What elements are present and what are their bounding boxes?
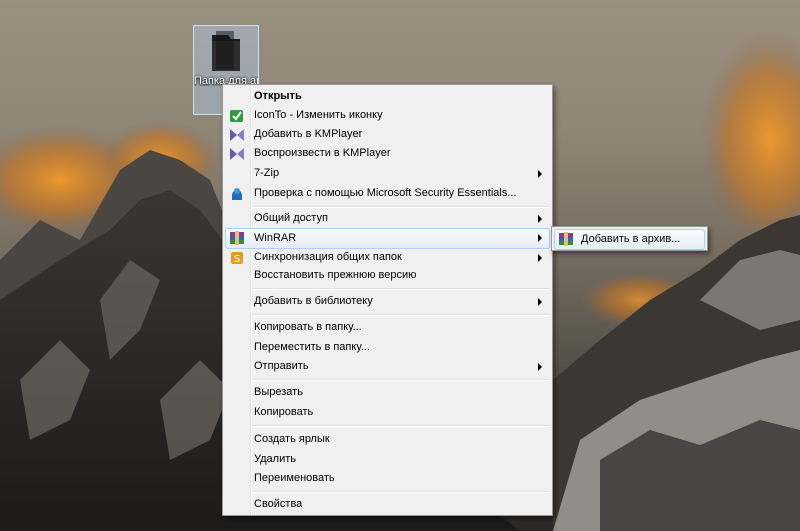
menu-item-create-shortcut[interactable]: Создать ярлык: [225, 430, 550, 449]
menu-item-label: Проверка с помощью Microsoft Security Es…: [254, 187, 517, 199]
menu-item-sync-shared-folders[interactable]: S Синхронизация общих папок: [225, 248, 550, 267]
submenu-arrow-icon: [538, 254, 542, 262]
menu-item-label: Восстановить прежнюю версию: [254, 269, 417, 281]
menu-item-cut[interactable]: Вырезать: [225, 383, 550, 402]
menu-item-rename[interactable]: Переименовать: [225, 469, 550, 488]
menu-item-winrar[interactable]: WinRAR: [225, 228, 550, 249]
menu-item-restore-previous-version[interactable]: Восстановить прежнюю версию: [225, 266, 550, 285]
menu-item-label: IconTo - Изменить иконку: [254, 109, 383, 121]
menu-item-share[interactable]: Общий доступ: [225, 209, 550, 228]
menu-item-open[interactable]: Открыть: [225, 87, 550, 106]
winrar-icon: [230, 231, 244, 245]
menu-item-send-to[interactable]: Отправить: [225, 357, 550, 376]
menu-item-label: Переименовать: [254, 472, 335, 484]
submenu-arrow-icon: [538, 298, 542, 306]
submenu-arrow-icon: [538, 363, 542, 371]
menu-item-label: Добавить в библиотеку: [254, 295, 373, 307]
iconto-icon: [230, 110, 243, 122]
menu-item-copy-to-folder[interactable]: Копировать в папку...: [225, 318, 550, 337]
menu-item-add-to-archive[interactable]: Добавить в архив...: [554, 229, 705, 250]
menu-item-delete[interactable]: Удалить: [225, 450, 550, 469]
context-menu: Открыть IconTo - Изменить иконку Добавит…: [222, 84, 553, 516]
menu-separator: [253, 288, 550, 290]
menu-item-add-to-kmplayer[interactable]: Добавить в KMPlayer: [225, 125, 550, 144]
menu-separator: [253, 206, 550, 208]
winrar-submenu: Добавить в архив...: [551, 226, 708, 251]
menu-item-label: Удалить: [254, 453, 296, 465]
sync-icon: S: [231, 252, 243, 265]
menu-item-label: Добавить в KMPlayer: [254, 128, 363, 140]
svg-text:S: S: [234, 254, 240, 265]
menu-separator: [253, 314, 550, 316]
menu-item-add-to-library[interactable]: Добавить в библиотеку: [225, 292, 550, 311]
submenu-arrow-icon: [538, 170, 542, 178]
submenu-arrow-icon: [538, 215, 542, 223]
menu-item-label: Открыть: [254, 90, 302, 102]
kmplayer-icon: [230, 129, 244, 141]
menu-separator: [253, 425, 550, 427]
menu-item-label: Создать ярлык: [254, 433, 330, 445]
menu-item-properties[interactable]: Свойства: [225, 495, 550, 514]
menu-item-label: 7-Zip: [254, 167, 280, 179]
menu-item-label: Отправить: [254, 360, 309, 372]
menu-item-label: Синхронизация общих папок: [254, 251, 402, 263]
kmplayer-icon: [230, 148, 244, 160]
security-essentials-icon: [232, 188, 242, 200]
menu-item-label: Копировать в папку...: [254, 321, 362, 333]
menu-item-label: Добавить в архив...: [581, 233, 681, 245]
menu-item-label: Переместить в папку...: [254, 341, 370, 353]
menu-item-label: WinRAR: [254, 232, 297, 244]
menu-separator: [253, 379, 550, 381]
menu-item-label: Свойства: [254, 498, 303, 510]
menu-item-label: Вырезать: [254, 386, 303, 398]
menu-item-label: Копировать: [254, 406, 314, 418]
menu-item-copy[interactable]: Копировать: [225, 403, 550, 422]
menu-item-label: Воспроизвести в KMPlayer: [254, 147, 391, 159]
winrar-icon: [559, 232, 573, 246]
menu-separator: [253, 491, 550, 493]
menu-item-security-scan[interactable]: Проверка с помощью Microsoft Security Es…: [225, 184, 550, 203]
menu-item-play-in-kmplayer[interactable]: Воспроизвести в KMPlayer: [225, 144, 550, 163]
submenu-arrow-icon: [538, 234, 542, 242]
menu-item-iconto[interactable]: IconTo - Изменить иконку: [225, 106, 550, 125]
folder-icon: [212, 31, 240, 71]
menu-item-label: Общий доступ: [254, 212, 328, 224]
menu-item-7zip[interactable]: 7-Zip: [225, 164, 550, 183]
menu-item-move-to-folder[interactable]: Переместить в папку...: [225, 338, 550, 357]
